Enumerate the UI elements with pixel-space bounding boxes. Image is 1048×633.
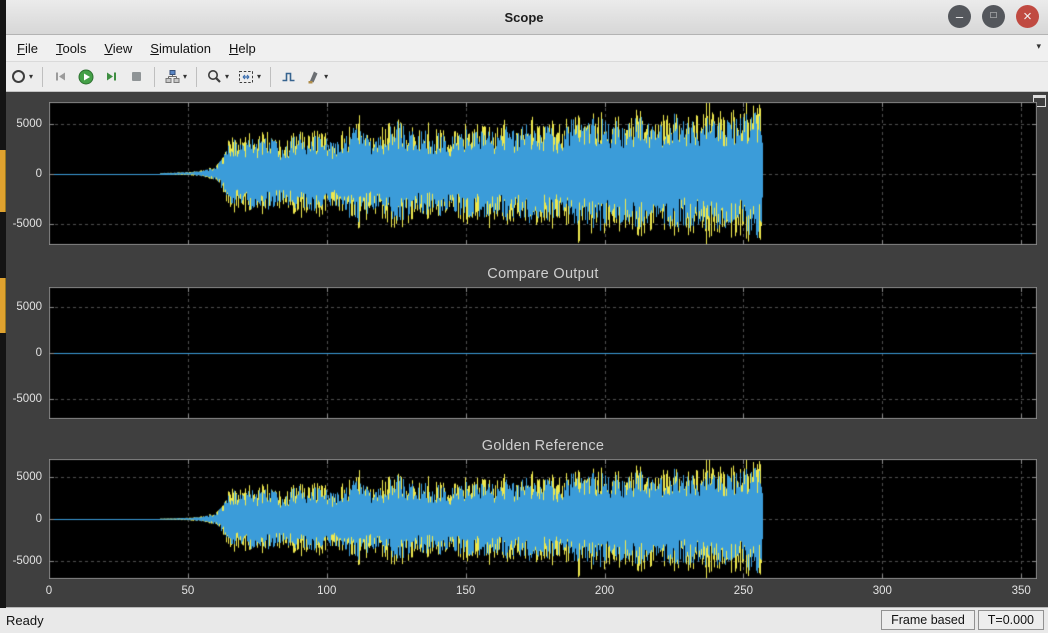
zoom-icon — [206, 68, 223, 85]
y-tick-label: -5000 — [0, 392, 42, 406]
x-tick-label: 100 — [302, 584, 352, 598]
x-tick-label: 350 — [996, 584, 1046, 598]
highlight-button[interactable]: ▾ — [301, 64, 332, 89]
menu-view[interactable]: View — [95, 38, 141, 59]
y-tick-label: 5000 — [0, 470, 42, 484]
step-back-button[interactable] — [48, 64, 73, 89]
status-ready: Ready — [6, 613, 44, 628]
y-tick-label: 0 — [0, 512, 42, 526]
menu-file[interactable]: File — [8, 38, 47, 59]
scope-parameters-button[interactable]: ▾ — [6, 64, 37, 89]
background-window-strip — [0, 150, 6, 212]
y-tick-label: 0 — [0, 346, 42, 360]
dropdown-arrow-icon: ▾ — [225, 72, 229, 81]
close-icon: × — [1023, 9, 1032, 24]
menu-simulation[interactable]: Simulation — [141, 38, 220, 59]
x-tick-label: 300 — [857, 584, 907, 598]
background-window-edge — [0, 0, 6, 608]
run-icon — [77, 68, 95, 86]
y-tick-label: 5000 — [0, 300, 42, 314]
menubar: File Tools View Simulation Help ▾ — [0, 35, 1048, 62]
toolbar-separator — [42, 67, 43, 87]
y-tick-label: 0 — [0, 167, 42, 181]
span-view-button[interactable]: ▾ — [233, 64, 265, 89]
scope-area: Compare Output Golden Reference 50000-50… — [0, 92, 1048, 607]
x-tick-label: 150 — [441, 584, 491, 598]
window-controls: – □ × — [948, 5, 1039, 28]
menu-tools[interactable]: Tools — [47, 38, 95, 59]
scope-window: Scope – □ × File Tools View Simulation H… — [0, 0, 1048, 633]
simulation-stepping-options-button[interactable]: ▾ — [160, 64, 191, 89]
background-window-strip — [0, 278, 6, 333]
toolbar-separator — [154, 67, 155, 87]
window-title: Scope — [504, 10, 543, 25]
trigger-button[interactable] — [276, 64, 301, 89]
sim-time-indicator: T=0.000 — [978, 610, 1044, 630]
toolbar: ▾ ▾ ▾ ▾ — [0, 62, 1048, 92]
step-forward-button[interactable] — [99, 64, 124, 89]
frame-mode-indicator: Frame based — [881, 610, 975, 630]
status-right: Frame based T=0.000 — [881, 610, 1044, 630]
x-tick-label: 50 — [163, 584, 213, 598]
compare-output-title: Compare Output — [49, 266, 1037, 282]
zoom-button[interactable]: ▾ — [202, 64, 233, 89]
minimize-icon: – — [956, 10, 963, 23]
minimize-button[interactable]: – — [948, 5, 971, 28]
toolbar-separator — [196, 67, 197, 87]
highlight-icon — [305, 68, 322, 85]
x-tick-label: 0 — [24, 584, 74, 598]
titlebar: Scope – □ × — [0, 0, 1048, 35]
close-button[interactable]: × — [1016, 5, 1039, 28]
maximize-button[interactable]: □ — [982, 5, 1005, 28]
golden-reference-title: Golden Reference — [49, 438, 1037, 454]
dropdown-arrow-icon: ▾ — [29, 72, 33, 81]
compare-output-axes[interactable] — [49, 287, 1037, 419]
run-button[interactable] — [73, 64, 99, 89]
dropdown-arrow-icon: ▾ — [257, 72, 261, 81]
toolbar-separator — [270, 67, 271, 87]
dropdown-arrow-icon: ▾ — [324, 72, 328, 81]
simulation-stepping-options-icon — [164, 68, 181, 85]
span-view-icon — [237, 68, 255, 86]
maximize-icon: □ — [990, 11, 996, 21]
step-forward-icon — [103, 68, 120, 85]
statusbar: Ready Frame based T=0.000 — [0, 607, 1048, 633]
menu-help[interactable]: Help — [220, 38, 265, 59]
trigger-icon — [280, 68, 297, 85]
stop-button[interactable] — [124, 64, 149, 89]
x-tick-label: 250 — [718, 584, 768, 598]
golden-reference-axes[interactable] — [49, 459, 1037, 579]
output-axes[interactable] — [49, 102, 1037, 245]
y-tick-label: -5000 — [0, 554, 42, 568]
menubar-collapse-chevron-icon[interactable]: ▾ — [1036, 41, 1041, 52]
dropdown-arrow-icon: ▾ — [183, 72, 187, 81]
stop-icon — [128, 68, 145, 85]
x-tick-label: 200 — [580, 584, 630, 598]
y-tick-label: -5000 — [0, 217, 42, 231]
step-back-icon — [52, 68, 69, 85]
y-tick-label: 5000 — [0, 117, 42, 131]
scope-parameters-icon — [10, 68, 27, 85]
